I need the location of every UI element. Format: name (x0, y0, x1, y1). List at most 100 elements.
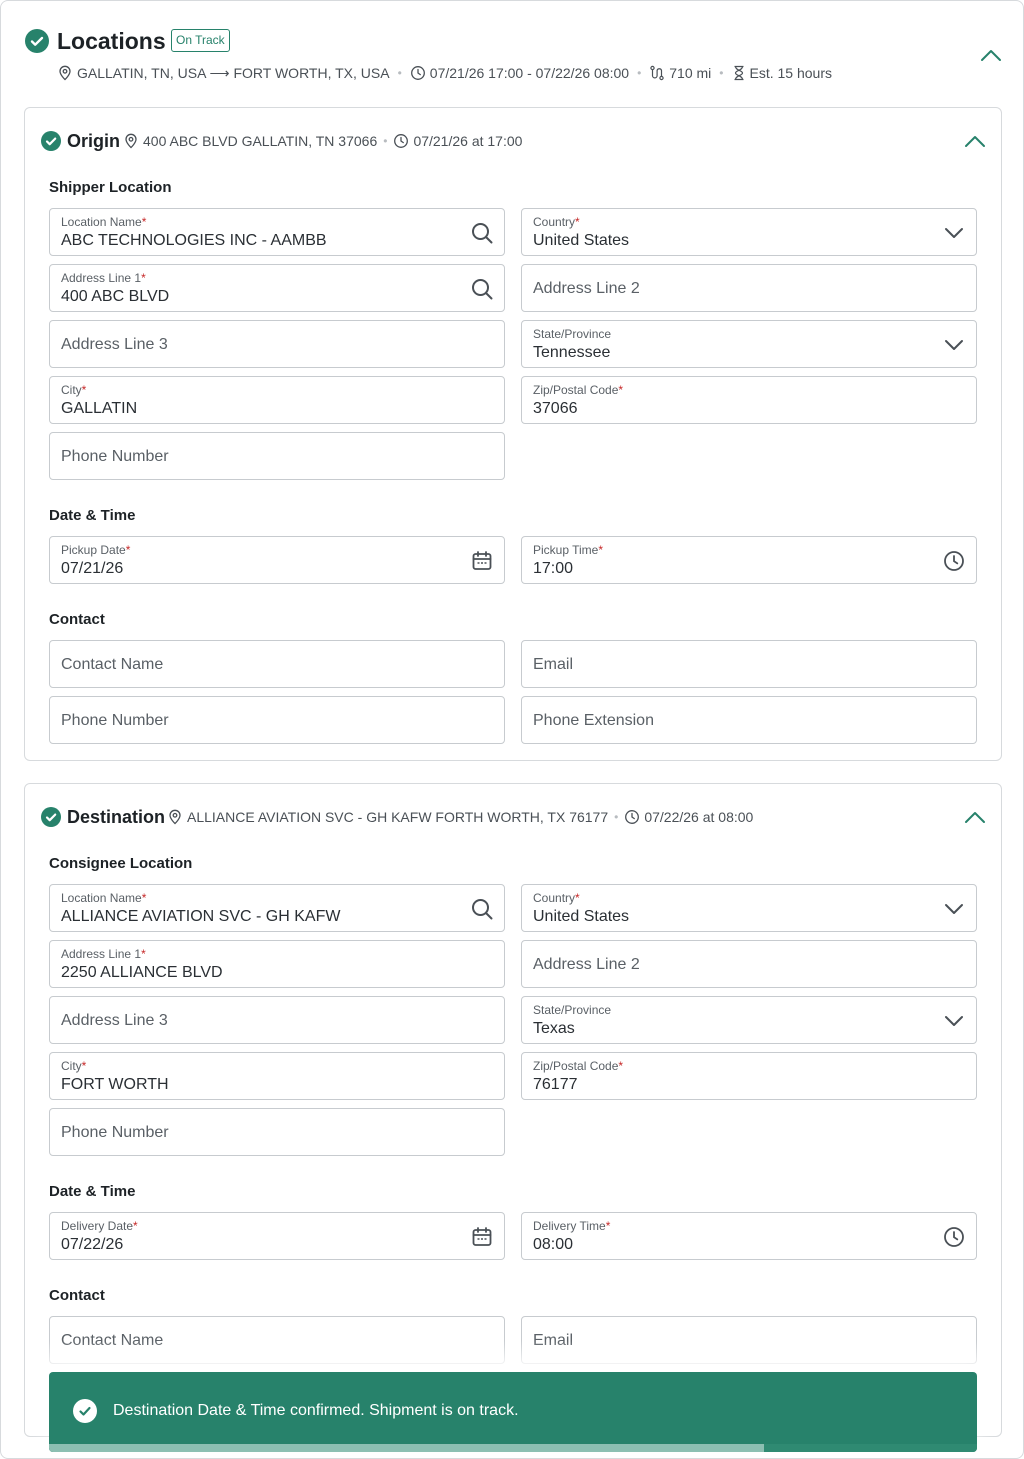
address-line-2-placeholder: Address Line 2 (533, 956, 640, 973)
contact-name-placeholder: Contact Name (61, 656, 164, 673)
pickup-time-value: 17:00 (533, 560, 574, 577)
state-select[interactable]: State/Province Tennessee (521, 320, 977, 368)
contact-heading: Contact (49, 1287, 105, 1304)
search-icon[interactable] (470, 277, 494, 301)
check-circle-icon (41, 807, 61, 827)
page-title: Locations (57, 28, 166, 54)
clock-icon[interactable] (942, 1225, 966, 1249)
pickup-time-field[interactable]: Pickup Time* 17:00 (521, 536, 977, 584)
state-select[interactable]: State/Province Texas (521, 996, 977, 1044)
route-summary: GALLATIN, TN, USA ⟶ FORT WORTH, TX, USA … (57, 63, 832, 83)
zip-value: 37066 (533, 400, 578, 417)
check-circle-icon (41, 131, 61, 151)
delivery-time-field[interactable]: Delivery Time* 08:00 (521, 1212, 977, 1260)
shipper-location-heading: Shipper Location (49, 179, 172, 196)
state-value: Texas (533, 1020, 575, 1037)
zip-value: 76177 (533, 1076, 578, 1093)
delivery-date-value: 07/22/26 (61, 1236, 124, 1253)
consignee-location-heading: Consignee Location (49, 855, 193, 872)
chevron-down-icon[interactable] (942, 333, 966, 357)
delivery-time-value: 08:00 (533, 1236, 574, 1253)
chevron-up-icon[interactable] (963, 131, 987, 151)
map-pin-icon (59, 65, 71, 81)
location-name-field[interactable]: Location Name* ALLIANCE AVIATION SVC - G… (49, 884, 505, 932)
section-title: Destination (67, 807, 166, 827)
email-field[interactable]: Email (521, 640, 977, 688)
phone-number-placeholder: Phone Number (61, 1124, 169, 1141)
duration: Est. 15 hours (749, 65, 833, 81)
chevron-down-icon[interactable] (942, 897, 966, 921)
locations-panel: Locations On Track GALLATIN, TN, USA ⟶ F… (0, 0, 1024, 1459)
address-line-3-placeholder: Address Line 3 (61, 1012, 168, 1029)
clock-icon (410, 66, 425, 80)
pickup-date-field[interactable]: Pickup Date* 07/21/26 (49, 536, 505, 584)
distance: 710 mi (669, 65, 712, 81)
phone-number-field[interactable]: Phone Number (49, 432, 505, 480)
phone-number-field[interactable]: Phone Number (49, 1108, 505, 1156)
delivery-date-field[interactable]: Delivery Date* 07/22/26 (49, 1212, 505, 1260)
city-value: FORT WORTH (61, 1076, 169, 1093)
address-line-1-value: 2250 ALLIANCE BLVD (61, 964, 223, 981)
chevron-up-icon[interactable] (963, 807, 987, 827)
address-line-2-placeholder: Address Line 2 (533, 280, 640, 297)
address-line-2-field[interactable]: Address Line 2 (521, 264, 977, 312)
phone-extension-placeholder: Phone Extension (533, 712, 654, 729)
location-name-field[interactable]: Location Name* ABC TECHNOLOGIES INC - AA… (49, 208, 505, 256)
country-select[interactable]: Country* United States (521, 884, 977, 932)
date-time-heading: Date & Time (49, 507, 136, 524)
map-pin-icon (169, 809, 181, 825)
zip-field[interactable]: Zip/Postal Code* 37066 (521, 376, 977, 424)
date-time-heading: Date & Time (49, 1183, 136, 1200)
city-field[interactable]: City* FORT WORTH (49, 1052, 505, 1100)
section-title: Origin (67, 131, 120, 151)
address-line-3-field[interactable]: Address Line 3 (49, 320, 505, 368)
chevron-down-icon[interactable] (942, 1009, 966, 1033)
city-field[interactable]: City* GALLATIN (49, 376, 505, 424)
search-icon[interactable] (470, 221, 494, 245)
address-line-2-field[interactable]: Address Line 2 (521, 940, 977, 988)
map-pin-icon (125, 133, 137, 149)
contact-heading: Contact (49, 611, 105, 628)
clock-icon (394, 134, 409, 148)
chevron-up-icon[interactable] (979, 45, 1003, 65)
contact-phone-field[interactable]: Phone Number (49, 696, 505, 744)
calendar-icon[interactable] (470, 1225, 494, 1249)
check-circle-icon (25, 29, 49, 53)
country-value: United States (533, 232, 630, 249)
pickup-date-value: 07/21/26 (61, 560, 124, 577)
toast-progress-fill (49, 1444, 764, 1452)
time-window: 07/21/26 17:00 - 07/22/26 08:00 (429, 65, 630, 81)
address-line-1-value: 400 ABC BLVD (61, 288, 170, 305)
scroll-fade (25, 1341, 1001, 1375)
origin-summary: 400 ABC BLVD GALLATIN, TN 37066 • 07/21/… (123, 131, 522, 151)
destination-summary: ALLIANCE AVIATION SVC - GH KAFW FORTH WO… (167, 807, 753, 827)
phone-extension-field[interactable]: Phone Extension (521, 696, 977, 744)
origin-section: Origin 400 ABC BLVD GALLATIN, TN 37066 •… (24, 107, 1002, 761)
address-line-3-field[interactable]: Address Line 3 (49, 996, 505, 1044)
route-icon (650, 65, 664, 81)
toast-progress-track (49, 1444, 977, 1452)
zip-field[interactable]: Zip/Postal Code* 76177 (521, 1052, 977, 1100)
toast-notification[interactable]: Destination Date & Time confirmed. Shipm… (49, 1372, 977, 1452)
contact-name-field[interactable]: Contact Name (49, 640, 505, 688)
location-name-value: ABC TECHNOLOGIES INC - AAMBB (61, 232, 327, 249)
state-value: Tennessee (533, 344, 611, 361)
country-value: United States (533, 908, 630, 925)
status-badge: On Track (171, 29, 230, 52)
origin-when: 07/21/26 at 17:00 (413, 133, 523, 149)
check-circle-icon (73, 1399, 97, 1423)
country-select[interactable]: Country* United States (521, 208, 977, 256)
chevron-down-icon[interactable] (942, 221, 966, 245)
address-line-1-field[interactable]: Address Line 1* 2250 ALLIANCE BLVD (49, 940, 505, 988)
clock-icon[interactable] (942, 549, 966, 573)
calendar-icon[interactable] (470, 549, 494, 573)
email-placeholder: Email (533, 656, 574, 673)
address-line-3-placeholder: Address Line 3 (61, 336, 168, 353)
search-icon[interactable] (470, 897, 494, 921)
destination-section: Destination ALLIANCE AVIATION SVC - GH K… (24, 783, 1002, 1437)
destination-address: ALLIANCE AVIATION SVC - GH KAFW FORTH WO… (187, 809, 609, 825)
phone-number-placeholder: Phone Number (61, 448, 169, 465)
clock-icon (625, 810, 640, 824)
address-line-1-field[interactable]: Address Line 1* 400 ABC BLVD (49, 264, 505, 312)
location-name-value: ALLIANCE AVIATION SVC - GH KAFW (61, 908, 341, 925)
